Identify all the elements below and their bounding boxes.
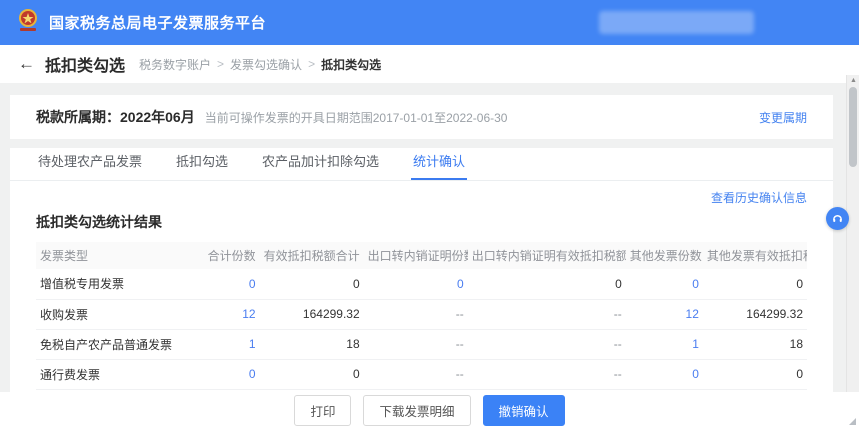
value-cell: 18 (260, 329, 364, 359)
value-cell[interactable]: 1 (626, 329, 703, 359)
tab-statistics-confirmation[interactable]: 统计确认 (411, 144, 467, 180)
value-cell: -- (364, 359, 468, 389)
tab-agricultural-extra-deduction[interactable]: 农产品加计扣除勾选 (260, 144, 381, 180)
statistics-table: 发票类型合计份数有效抵扣税额合计出口转内销证明份数出口转内销证明有效抵扣税额合计… (36, 242, 807, 390)
tab-bar: 待处理农产品发票 抵扣勾选 农产品加计扣除勾选 统计确认 (10, 148, 833, 181)
value-cell[interactable]: 0 (364, 269, 468, 299)
breadcrumb-item-current: 抵扣类勾选 (321, 56, 381, 73)
value-cell: 18 (703, 329, 807, 359)
invoice-type-cell: 通行费发票 (36, 359, 198, 389)
tab-pending-agricultural-invoices[interactable]: 待处理农产品发票 (36, 144, 144, 180)
value-cell: 0 (468, 269, 626, 299)
view-history-confirmation-link[interactable]: 查看历史确认信息 (711, 191, 807, 205)
value-cell[interactable]: 0 (198, 359, 260, 389)
value-cell[interactable]: 0 (626, 359, 703, 389)
tax-period-label: 税款所属期：2022年06月 (36, 107, 195, 127)
value-cell: -- (468, 359, 626, 389)
column-header: 其他发票有效抵扣税额合计 (703, 242, 807, 269)
breadcrumb-separator: > (308, 57, 315, 71)
value-cell[interactable]: 0 (626, 269, 703, 299)
national-emblem-logo-icon (14, 8, 41, 38)
scrollbar-thumb[interactable] (849, 87, 857, 167)
invoice-type-cell: 增值税专用发票 (36, 269, 198, 299)
scroll-up-arrow-icon[interactable]: ▲ (850, 77, 857, 84)
download-invoice-details-button[interactable]: 下载发票明细 (363, 395, 470, 426)
value-cell: -- (364, 299, 468, 329)
top-header-bar: 国家税务总局电子发票服务平台 (0, 0, 859, 45)
value-cell: 0 (260, 269, 364, 299)
breadcrumb: 税务数字账户 > 发票勾选确认 > 抵扣类勾选 (139, 56, 381, 73)
statistics-card: 待处理农产品发票 抵扣勾选 农产品加计扣除勾选 统计确认 查看历史确认信息 抵扣… (10, 148, 833, 398)
value-cell[interactable]: 1 (198, 329, 260, 359)
tax-period-card: 税款所属期：2022年06月 当前可操作发票的开具日期范围2017-01-01至… (10, 95, 833, 139)
column-header: 出口转内销证明份数 (364, 242, 468, 269)
section-title: 抵扣类勾选统计结果 (10, 206, 833, 242)
value-cell: -- (468, 299, 626, 329)
column-header: 其他发票份数 (626, 242, 703, 269)
column-header: 出口转内销证明有效抵扣税额合计 (468, 242, 626, 269)
action-footer-bar: 打印 下载发票明细 撤销确认 (0, 392, 859, 428)
invoice-type-cell: 免税自产农产品普通发票 (36, 329, 198, 359)
revoke-confirmation-button[interactable]: 撤销确认 (483, 395, 565, 426)
change-period-link[interactable]: 变更属期 (759, 109, 807, 126)
value-cell: 164299.32 (260, 299, 364, 329)
vertical-scrollbar[interactable]: ▲ (846, 75, 859, 392)
value-cell[interactable]: 12 (626, 299, 703, 329)
value-cell: 0 (703, 359, 807, 389)
value-cell: 0 (703, 269, 807, 299)
column-header: 合计份数 (198, 242, 260, 269)
table-row: 通行费发票00----00 (36, 359, 807, 389)
invoice-type-cell: 收购发票 (36, 299, 198, 329)
headset-icon (831, 212, 844, 225)
history-link-row: 查看历史确认信息 (10, 181, 833, 206)
print-button[interactable]: 打印 (294, 395, 351, 426)
platform-title: 国家税务总局电子发票服务平台 (49, 12, 266, 33)
resize-corner-icon (849, 418, 856, 425)
breadcrumb-separator: > (217, 57, 224, 71)
value-cell: 0 (260, 359, 364, 389)
value-cell: -- (468, 329, 626, 359)
value-cell[interactable]: 0 (198, 269, 260, 299)
breadcrumb-bar: ← 抵扣类勾选 税务数字账户 > 发票勾选确认 > 抵扣类勾选 (0, 45, 859, 83)
help-headset-button[interactable] (826, 207, 849, 230)
tax-period-note: 当前可操作发票的开具日期范围2017-01-01至2022-06-30 (205, 109, 508, 126)
column-header: 有效抵扣税额合计 (260, 242, 364, 269)
value-cell: -- (364, 329, 468, 359)
app-window: 国家税务总局电子发票服务平台 ← 抵扣类勾选 税务数字账户 > 发票勾选确认 >… (0, 0, 859, 428)
tab-deduction-selection[interactable]: 抵扣勾选 (174, 144, 230, 180)
table-row: 免税自产农产品普通发票118----118 (36, 329, 807, 359)
breadcrumb-item[interactable]: 税务数字账户 (139, 56, 211, 73)
page-title: 抵扣类勾选 (45, 52, 125, 76)
table-row: 增值税专用发票000000 (36, 269, 807, 299)
back-arrow-icon[interactable]: ← (18, 54, 35, 74)
value-cell: 164299.32 (703, 299, 807, 329)
user-info-redacted[interactable] (599, 11, 754, 34)
breadcrumb-item[interactable]: 发票勾选确认 (230, 56, 302, 73)
column-header: 发票类型 (36, 242, 198, 269)
value-cell[interactable]: 12 (198, 299, 260, 329)
table-header-row: 发票类型合计份数有效抵扣税额合计出口转内销证明份数出口转内销证明有效抵扣税额合计… (36, 242, 807, 269)
table-row: 收购发票12164299.32----12164299.32 (36, 299, 807, 329)
